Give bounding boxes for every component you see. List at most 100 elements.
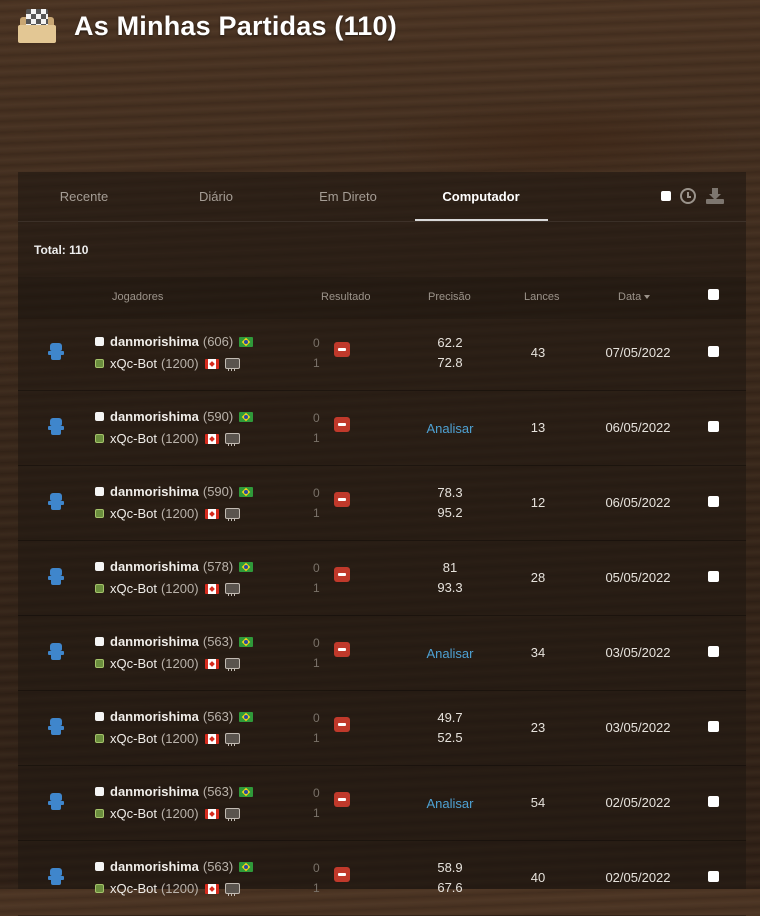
white-piece-icon: [95, 637, 104, 646]
tab-bar: Recente Diário Em Direto Computador: [18, 172, 746, 222]
table-row[interactable]: danmorishima (563) xQc-Bot (1200) 0 1 An…: [18, 765, 746, 841]
player-rating: (1200): [160, 806, 199, 821]
player-name[interactable]: danmorishima: [110, 859, 199, 874]
player-name[interactable]: xQc-Bot: [110, 431, 157, 446]
score-white: 0: [313, 336, 320, 350]
player-name[interactable]: xQc-Bot: [110, 656, 157, 671]
tab-recente[interactable]: Recente: [52, 189, 116, 204]
player-white: danmorishima (563): [95, 709, 254, 724]
table-row[interactable]: danmorishima (590) xQc-Bot (1200) 0 1 78…: [18, 465, 746, 541]
accuracy-black: 72.8: [437, 355, 463, 370]
loss-icon: [334, 792, 350, 807]
moves-count: 43: [530, 345, 546, 360]
header-accuracy[interactable]: Precisão: [428, 291, 471, 303]
score-black: 1: [313, 431, 320, 445]
canada-flag-icon: [204, 808, 219, 819]
white-piece-icon: [95, 862, 104, 871]
loss-icon: [334, 342, 350, 357]
bot-piece-icon: [95, 809, 104, 818]
player-name[interactable]: danmorishima: [110, 484, 199, 499]
game-date: 03/05/2022: [605, 720, 671, 735]
canada-flag-icon: [204, 508, 219, 519]
player-name[interactable]: danmorishima: [110, 784, 199, 799]
moves-count: 54: [530, 795, 546, 810]
loss-icon: [334, 867, 350, 882]
score-white: 0: [313, 861, 320, 875]
game-date: 06/05/2022: [605, 495, 671, 510]
player-name[interactable]: danmorishima: [110, 634, 199, 649]
player-name[interactable]: xQc-Bot: [110, 356, 157, 371]
player-rating: (563): [202, 859, 234, 874]
header-moves[interactable]: Lances: [524, 291, 559, 303]
game-date: 07/05/2022: [605, 345, 671, 360]
accuracy-white: 78.3: [437, 485, 463, 500]
tab-diario[interactable]: Diário: [184, 189, 248, 204]
chip-icon: [224, 508, 240, 521]
brazil-flag-icon: [239, 786, 254, 797]
row-select-checkbox[interactable]: [708, 571, 719, 582]
select-all-checkbox[interactable]: [661, 191, 671, 201]
score-white: 0: [313, 561, 320, 575]
accuracy-black: 52.5: [437, 730, 463, 745]
player-name[interactable]: danmorishima: [110, 409, 199, 424]
computer-icon: [48, 343, 64, 361]
computer-icon: [48, 493, 64, 511]
loss-icon: [334, 642, 350, 657]
player-name[interactable]: danmorishima: [110, 559, 199, 574]
loss-icon: [334, 567, 350, 582]
table-row[interactable]: danmorishima (563) xQc-Bot (1200) 0 1 58…: [18, 840, 746, 916]
player-white: danmorishima (563): [95, 784, 254, 799]
computer-icon: [48, 868, 64, 886]
download-icon[interactable]: [706, 188, 724, 204]
player-name[interactable]: danmorishima: [110, 709, 199, 724]
tab-em-direto[interactable]: Em Direto: [308, 189, 388, 204]
row-select-checkbox[interactable]: [708, 496, 719, 507]
computer-icon: [48, 643, 64, 661]
tab-computador[interactable]: Computador: [428, 189, 534, 204]
player-black: xQc-Bot (1200): [95, 506, 240, 521]
score-white: 0: [313, 486, 320, 500]
analyze-link[interactable]: Analisar: [418, 421, 482, 436]
accuracy-white: 81: [442, 560, 458, 575]
row-select-checkbox[interactable]: [708, 421, 719, 432]
table-row[interactable]: danmorishima (590) xQc-Bot (1200) 0 1 An…: [18, 390, 746, 466]
row-select-checkbox[interactable]: [708, 796, 719, 807]
white-piece-icon: [95, 787, 104, 796]
bot-piece-icon: [95, 584, 104, 593]
header-select-checkbox[interactable]: [708, 289, 719, 300]
row-select-checkbox[interactable]: [708, 721, 719, 732]
player-name[interactable]: danmorishima: [110, 334, 199, 349]
analyze-link[interactable]: Analisar: [418, 646, 482, 661]
table-row[interactable]: danmorishima (563) xQc-Bot (1200) 0 1 49…: [18, 690, 746, 766]
canada-flag-icon: [204, 583, 219, 594]
player-name[interactable]: xQc-Bot: [110, 731, 157, 746]
row-select-checkbox[interactable]: [708, 346, 719, 357]
chip-icon: [224, 658, 240, 671]
row-select-checkbox[interactable]: [708, 871, 719, 882]
player-name[interactable]: xQc-Bot: [110, 506, 157, 521]
game-date: 02/05/2022: [605, 870, 671, 885]
chip-icon: [224, 583, 240, 596]
canada-flag-icon: [204, 433, 219, 444]
score-black: 1: [313, 356, 320, 370]
player-name[interactable]: xQc-Bot: [110, 806, 157, 821]
table-row[interactable]: danmorishima (563) xQc-Bot (1200) 0 1 An…: [18, 615, 746, 691]
row-select-checkbox[interactable]: [708, 646, 719, 657]
score-black: 1: [313, 656, 320, 670]
clock-icon[interactable]: [680, 188, 696, 204]
player-white: danmorishima (606): [95, 334, 254, 349]
player-rating: (1200): [160, 656, 199, 671]
analyze-link[interactable]: Analisar: [418, 796, 482, 811]
header-players[interactable]: Jogadores: [112, 291, 163, 303]
white-piece-icon: [95, 562, 104, 571]
table-row[interactable]: danmorishima (606) xQc-Bot (1200) 0 1 62…: [18, 315, 746, 391]
table-row[interactable]: danmorishima (578) xQc-Bot (1200) 0 1 81…: [18, 540, 746, 616]
player-name[interactable]: xQc-Bot: [110, 581, 157, 596]
brazil-flag-icon: [239, 861, 254, 872]
player-rating: (1200): [160, 731, 199, 746]
header-result[interactable]: Resultado: [321, 291, 371, 303]
canada-flag-icon: [204, 658, 219, 669]
chip-icon: [224, 433, 240, 446]
player-rating: (563): [202, 709, 234, 724]
header-date[interactable]: Data: [618, 291, 651, 303]
